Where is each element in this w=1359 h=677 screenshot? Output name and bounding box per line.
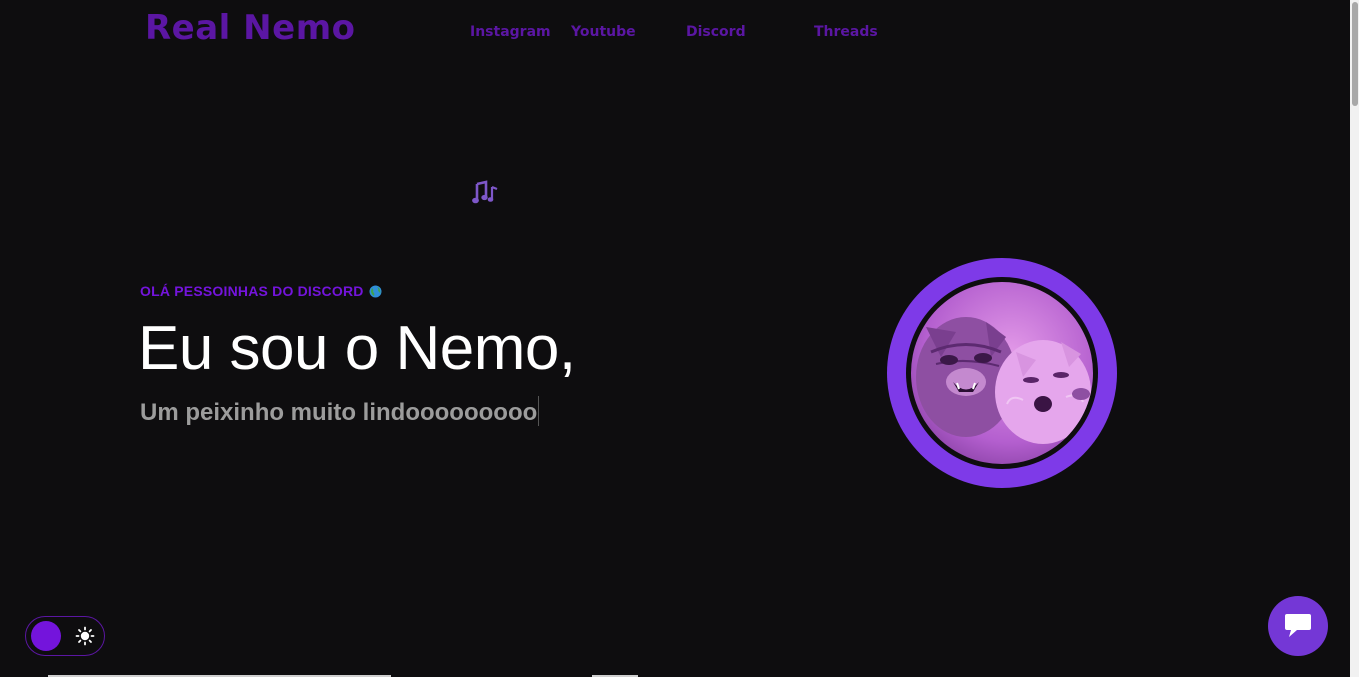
hero-greeting: OLÁ PESSOINHAS DO DISCORD — [140, 283, 382, 299]
avatar — [911, 282, 1093, 464]
nav-link-instagram[interactable]: Instagram — [470, 24, 551, 40]
globe-icon — [369, 285, 382, 298]
greeting-text: OLÁ PESSOINHAS DO DISCORD — [140, 283, 364, 299]
hero-headline: Eu sou o Nemo, — [138, 314, 576, 383]
theme-toggle[interactable] — [25, 616, 105, 656]
nav-link-threads[interactable]: Threads — [814, 24, 878, 40]
music-notes-icon[interactable] — [471, 179, 499, 207]
scrollbar-thumb[interactable] — [1352, 2, 1358, 106]
hero-subline: Um peixinho muito lindooooooooo — [140, 396, 540, 427]
site-logo[interactable]: Real Nemo — [145, 8, 355, 48]
nav-link-discord[interactable]: Discord — [686, 24, 746, 40]
nav-link-youtube[interactable]: Youtube — [571, 24, 636, 40]
page: Real Nemo Instagram Youtube Discord Thre… — [0, 0, 1359, 677]
chat-bubble-icon — [1285, 614, 1311, 637]
sun-icon — [75, 626, 95, 646]
scrollbar[interactable] — [1350, 0, 1359, 677]
chat-button[interactable] — [1268, 596, 1328, 656]
toggle-knob — [31, 621, 61, 651]
typing-cursor — [538, 396, 540, 426]
subline-text: Um peixinho muito lindooooooooo — [140, 399, 538, 426]
